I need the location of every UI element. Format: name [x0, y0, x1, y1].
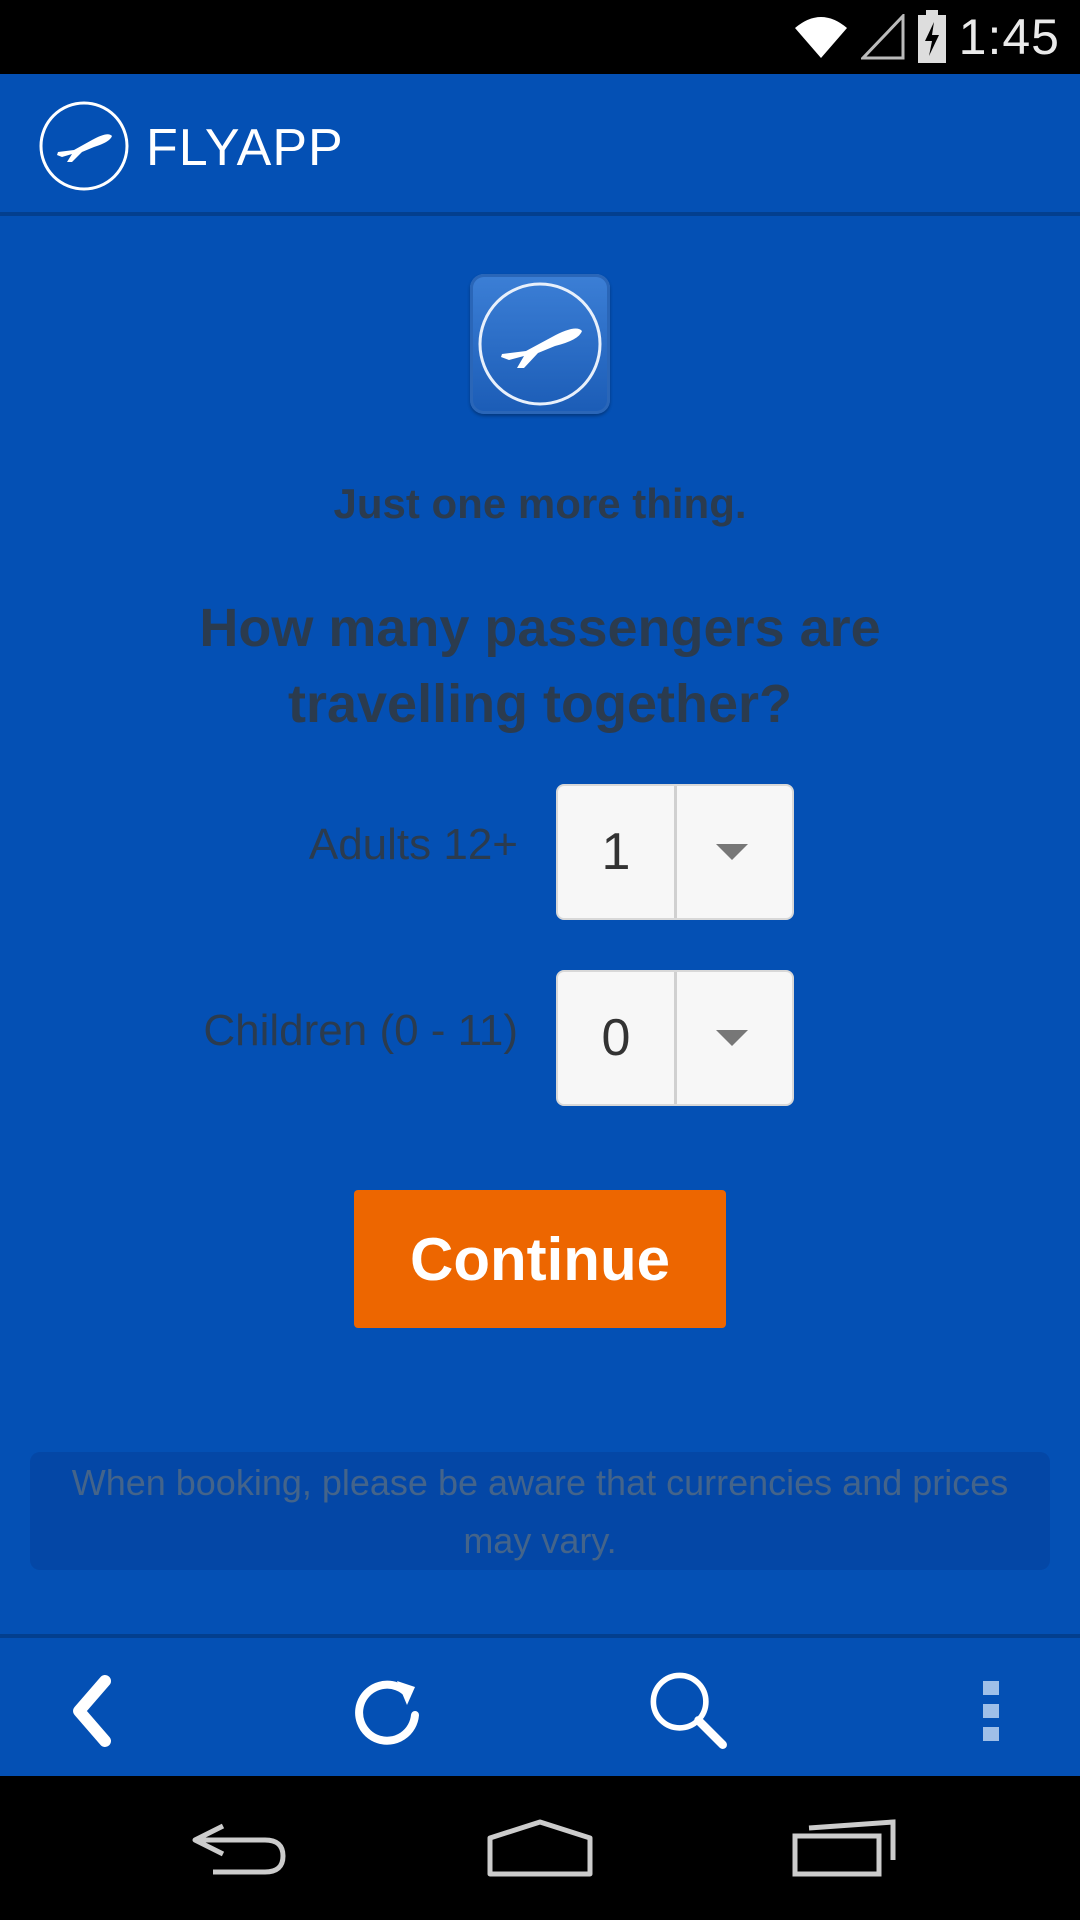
children-label: Children (0 - 11)	[203, 1006, 518, 1055]
cell-signal-icon	[860, 14, 905, 60]
main-content: Just one more thing. How many passengers…	[0, 220, 1080, 1630]
browser-toolbar	[0, 1634, 1080, 1776]
overflow-menu-icon[interactable]	[946, 1666, 1036, 1756]
chevron-down-icon	[716, 1030, 748, 1046]
system-home-icon[interactable]	[480, 1808, 600, 1888]
airplane-logo-icon	[39, 101, 129, 191]
wifi-icon	[794, 17, 847, 58]
app-title: FLYAPP	[146, 119, 344, 177]
currency-notice: When booking, please be aware that curre…	[30, 1452, 1050, 1570]
airplane-hero-icon	[470, 274, 610, 414]
system-navigation-bar	[0, 1776, 1080, 1920]
status-bar: 1:45	[0, 0, 1080, 74]
refresh-icon[interactable]	[344, 1666, 434, 1756]
select-divider	[674, 786, 677, 918]
battery-charging-icon	[917, 10, 946, 63]
system-recents-icon[interactable]	[784, 1808, 904, 1888]
subtitle: Just one more thing.	[333, 480, 747, 527]
chevron-down-icon	[716, 844, 748, 860]
children-select[interactable]: 0	[556, 970, 794, 1106]
continue-button[interactable]: Continue	[354, 1190, 726, 1328]
system-back-icon[interactable]	[178, 1808, 298, 1888]
adults-select[interactable]: 1	[556, 784, 794, 920]
status-time: 1:45	[958, 9, 1060, 65]
back-arrow-icon[interactable]	[46, 1666, 136, 1756]
passenger-question: How many passengers are travelling toget…	[199, 598, 881, 734]
app-bar: FLYAPP	[0, 74, 1080, 216]
adults-value: 1	[601, 823, 631, 881]
adults-label: Adults 12+	[308, 820, 518, 869]
status-icons: 1:45	[793, 9, 1060, 65]
search-icon[interactable]	[644, 1666, 734, 1756]
children-value: 0	[601, 1009, 631, 1067]
select-divider	[674, 972, 677, 1104]
